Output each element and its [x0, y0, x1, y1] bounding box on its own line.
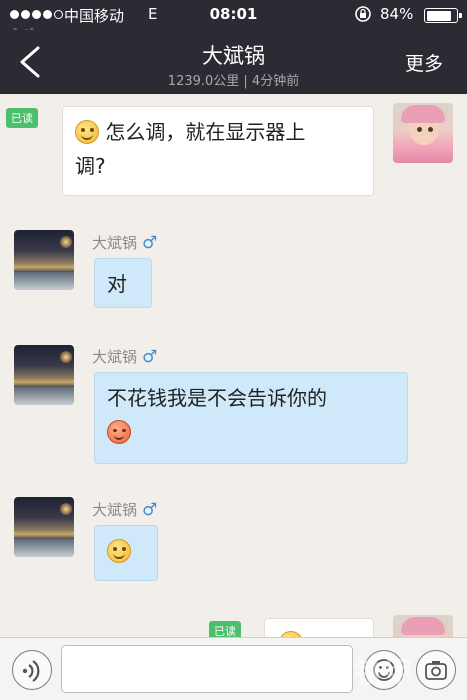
chat-header: 大斌锅 1239.0公里 | 4分钟前 更多 [0, 30, 467, 94]
read-status-badge: 已读 [6, 108, 38, 128]
message-bubble-incoming[interactable]: 不花钱我是不会告诉你的 [94, 372, 408, 464]
male-symbol-icon: ♂ [142, 500, 158, 520]
male-symbol-icon: ♂ [142, 347, 158, 367]
smile-emoji-icon [107, 539, 131, 563]
message-bubble-outgoing[interactable]: 怎么调，就在显示器上 调? [62, 106, 374, 196]
battery-percent: 84% [380, 5, 414, 23]
message-input[interactable] [61, 645, 353, 693]
voice-wave-icon [22, 660, 40, 682]
sender-name: 大斌锅 ♂ [92, 500, 158, 520]
camera-button[interactable] [416, 650, 456, 690]
battery-icon [424, 8, 462, 23]
message-text: 对 [107, 272, 127, 296]
message-text: 调? [75, 154, 106, 178]
message-bubble-incoming[interactable] [94, 525, 158, 581]
sender-name: 大斌锅 ♂ [92, 347, 158, 367]
message-text: 怎么调，就在显示器上 [105, 120, 306, 144]
contact-avatar[interactable] [14, 230, 74, 290]
message-text: 不花钱我是不会告诉你的 [107, 386, 327, 410]
contact-distance-time: 1239.0公里 | 4分钟前 [167, 74, 300, 89]
rotation-lock-icon [354, 5, 372, 27]
more-button[interactable]: 更多 [405, 49, 443, 76]
camera-icon [425, 661, 447, 680]
voice-input-button[interactable] [12, 650, 52, 690]
smile-emoji-icon [75, 120, 99, 144]
my-avatar[interactable] [393, 103, 453, 163]
male-symbol-icon: ♂ [142, 233, 158, 253]
sender-name: 大斌锅 ♂ [92, 233, 158, 253]
message-bubble-incoming[interactable]: 对 [94, 258, 152, 308]
contact-name: 大斌锅 [202, 44, 265, 68]
blush-emoji-icon [107, 420, 131, 444]
watermark-logo: 铁甲 [354, 656, 414, 691]
contact-avatar[interactable] [14, 345, 74, 405]
contact-avatar[interactable] [14, 497, 74, 557]
